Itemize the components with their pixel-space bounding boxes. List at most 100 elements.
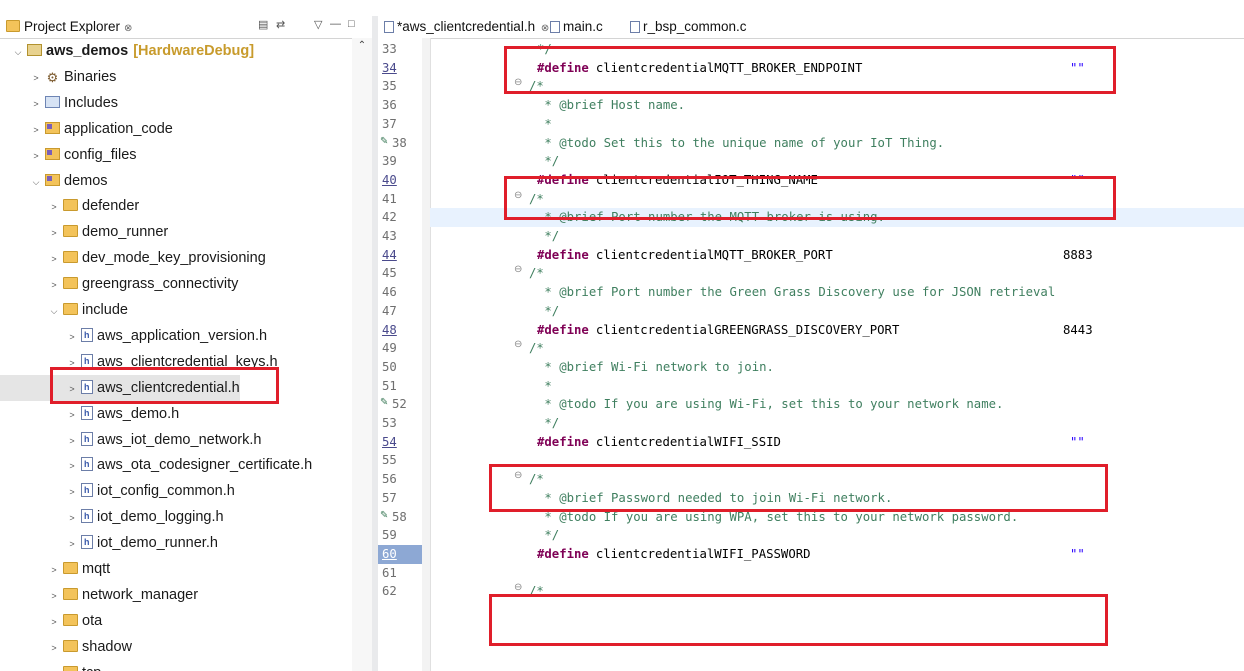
code-line[interactable]: */ [430,227,1244,246]
code-line[interactable]: /* [430,77,1244,96]
expand-icon[interactable]: > [48,583,60,609]
tree-item[interactable]: > mqtt [0,556,110,582]
expand-icon[interactable]: > [48,194,60,220]
expand-icon[interactable]: > [48,635,60,661]
tree-item[interactable]: > shadow [0,634,132,660]
fold-toggle-icon[interactable]: ⊖ [514,77,526,88]
tree-item[interactable]: > ⚙ Binaries [0,64,116,90]
fold-toggle-icon[interactable]: ⊖ [514,582,526,593]
code-line[interactable]: #define clientcredentialWIFI_SSID "" [430,433,1244,452]
close-icon[interactable]: ⊗ [124,23,132,34]
tree-item[interactable]: > greengrass_connectivity [0,271,238,297]
tree-item[interactable]: > Includes [0,90,118,116]
code-line[interactable]: */ [430,40,1244,59]
expand-icon[interactable]: > [66,453,78,479]
code-line[interactable]: * @brief Port number the MQTT broker is … [430,208,1244,227]
expand-icon[interactable]: > [48,661,60,671]
code-line[interactable]: /* [430,339,1244,358]
expand-icon[interactable]: > [66,505,78,531]
code-area[interactable]: */ #define clientcredentialMQTT_BROKER_END… [430,38,1244,671]
expand-icon[interactable]: > [66,350,78,376]
tree-item[interactable]: > iot_config_common.h [0,477,234,505]
code-line[interactable]: */ [430,414,1244,433]
expand-icon[interactable]: > [66,479,78,505]
fold-toggle-icon[interactable]: ⊖ [514,190,526,201]
expand-icon[interactable]: > [48,272,60,298]
close-icon[interactable]: ⊗ [541,23,549,34]
code-line[interactable]: */ [430,526,1244,545]
expand-icon[interactable]: > [30,117,42,143]
scroll-up-icon[interactable]: ⌃ [352,40,372,51]
code-line[interactable]: #define clientcredentialWIFI_PASSWORD "" [430,545,1244,564]
fold-toggle-icon[interactable]: ⊖ [514,470,526,481]
expand-icon[interactable]: > [66,324,78,350]
task-marker-icon[interactable]: ✎ [380,397,388,408]
collapse-icon[interactable]: ⌵ [30,169,42,195]
tab-aws-clientcredential[interactable]: *aws_clientcredential.h ⊗ [384,16,549,38]
code-line[interactable]: /* [430,190,1244,209]
code-line[interactable] [430,564,1244,583]
code-line[interactable]: #define clientcredentialMQTT_BROKER_ENDPO… [430,59,1244,78]
fold-toggle-icon[interactable]: ⊖ [514,339,526,350]
tree-item[interactable]: > aws_demo.h [0,400,179,427]
tree-item[interactable]: > application_code [0,116,172,143]
expand-icon[interactable]: > [66,428,78,454]
tree-item[interactable]: > network_manager [0,582,198,608]
tree-item[interactable]: > config_files [0,142,136,169]
expand-icon[interactable]: > [30,65,42,91]
tab-main-c[interactable]: main.c [550,16,603,38]
code-line[interactable]: * @brief Port number the Green Grass Dis… [430,283,1244,302]
code-line[interactable]: */ [430,302,1244,321]
expand-icon[interactable]: > [48,609,60,635]
expand-icon[interactable]: > [66,376,78,402]
tree-item[interactable]: > aws_application_version.h [0,322,267,350]
tree-item[interactable]: > aws_clientcredential_keys.h [0,348,277,376]
collapse-icon[interactable]: ⌵ [12,39,24,65]
code-line[interactable]: /* [430,264,1244,283]
code-line[interactable]: #define clientcredentialMQTT_BROKER_PORT 8… [430,246,1244,265]
tree-item[interactable]: > iot_demo_logging.h [0,503,223,531]
code-line[interactable]: * @brief Wi-Fi network to join. [430,358,1244,377]
code-line[interactable]: * @todo If you are using Wi-Fi, set this… [430,395,1244,414]
code-line[interactable]: #define clientcredentialGREENGRASS_DISCOV… [430,321,1244,340]
minimize-icon[interactable]: — [330,18,341,30]
code-line[interactable] [430,451,1244,470]
tree-item[interactable]: ⌵ include [0,297,128,323]
tree-item[interactable]: ⌵ aws_demos [HardwareDebug] [0,38,255,65]
code-line[interactable]: */ [430,152,1244,171]
tree-item[interactable]: > demo_runner [0,219,168,245]
code-line[interactable]: * @todo If you are using WPA, set this t… [430,508,1244,527]
code-line[interactable]: * [430,115,1244,134]
tree-item[interactable]: > defender [0,193,139,219]
tree-item[interactable]: > iot_demo_runner.h [0,529,218,557]
explorer-scrollbar[interactable] [352,38,372,671]
expand-icon[interactable]: > [48,246,60,272]
code-line[interactable]: * @brief Host name. [430,96,1244,115]
tab-r-bsp-common-c[interactable]: r_bsp_common.c [630,16,747,38]
tree-item[interactable]: > tcp [0,660,101,671]
task-marker-icon[interactable]: ✎ [380,136,388,147]
tree-item[interactable]: > aws_iot_demo_network.h [0,426,261,454]
tree-item[interactable]: ⌵ demos [0,168,108,194]
expand-icon[interactable]: > [48,557,60,583]
tree-item[interactable]: > dev_mode_key_provisioning [0,245,265,272]
code-line[interactable]: * @brief Password needed to join Wi-Fi n… [430,489,1244,508]
tree-item[interactable]: > aws_ota_codesigner_certificate.h [0,451,312,479]
code-line[interactable]: /* [430,470,1244,489]
task-marker-icon[interactable]: ✎ [380,510,388,521]
collapse-all-icon[interactable]: ▤ [258,18,268,31]
code-line[interactable]: * [430,377,1244,396]
view-menu-icon[interactable]: ▽ [314,18,322,31]
code-line[interactable]: * @todo Set this to the unique name of y… [430,134,1244,153]
tree-item-selected[interactable]: > aws_clientcredential.h [0,374,240,402]
fold-toggle-icon[interactable]: ⊖ [514,264,526,275]
collapse-icon[interactable]: ⌵ [48,298,60,324]
expand-icon[interactable]: > [48,220,60,246]
expand-icon[interactable]: > [30,143,42,169]
expand-icon[interactable]: > [66,531,78,557]
tree-item[interactable]: > ota [0,608,102,634]
expand-icon[interactable]: > [30,91,42,117]
maximize-icon[interactable]: □ [348,18,355,30]
code-line[interactable]: #define clientcredentialIOT_THING_NAME "" [430,171,1244,190]
tab-project-explorer[interactable]: Project Explorer ⊗ [0,16,132,38]
